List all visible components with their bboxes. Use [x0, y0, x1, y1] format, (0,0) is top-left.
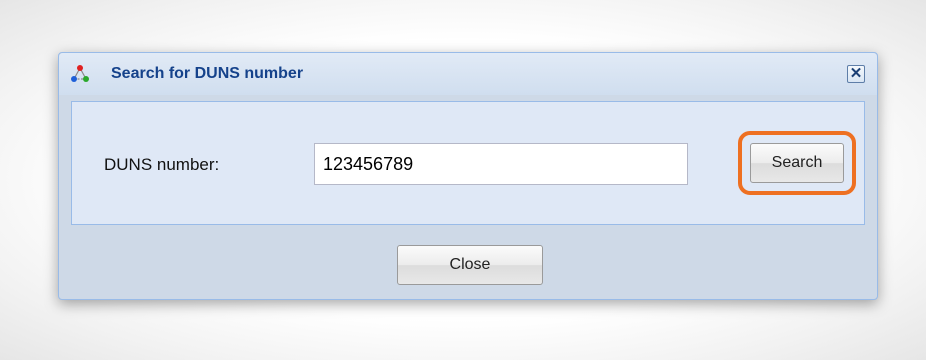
search-duns-dialog: Search for DUNS number ✕ DUNS number: Se…: [58, 52, 878, 300]
close-button[interactable]: Close: [397, 245, 543, 285]
duns-number-input[interactable]: [314, 143, 688, 185]
dialog-title: Search for DUNS number: [111, 65, 304, 82]
network-icon: [71, 65, 89, 82]
search-button[interactable]: Search: [750, 143, 844, 183]
duns-number-label: DUNS number:: [104, 155, 220, 174]
search-form-panel: DUNS number: Search: [71, 101, 865, 225]
dialog-titlebar[interactable]: Search for DUNS number ✕: [59, 53, 877, 95]
close-icon[interactable]: ✕: [847, 65, 865, 83]
